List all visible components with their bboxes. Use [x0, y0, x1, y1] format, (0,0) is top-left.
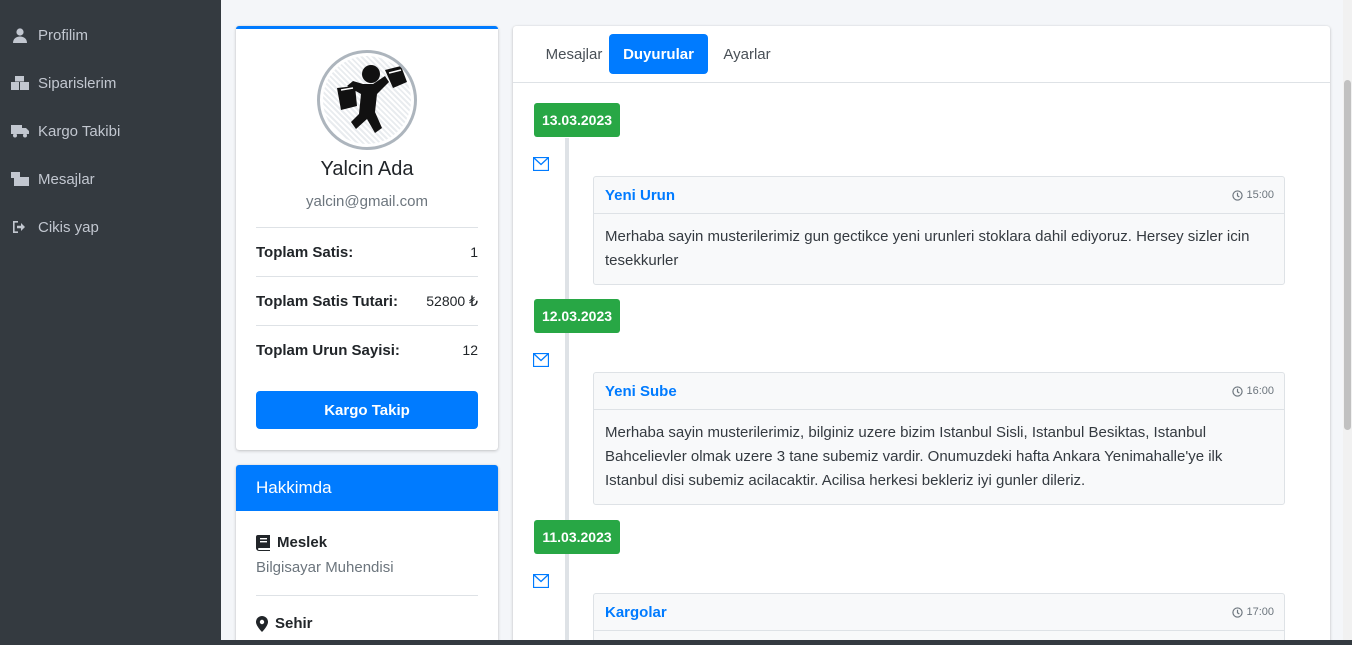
about-field-label: Sehir: [256, 615, 313, 632]
stat-value: 12: [462, 342, 478, 358]
sidebar-item-profilim[interactable]: Profilim: [0, 15, 221, 55]
timeline-item-body: Merhaba sayin musterilerimiz, bilginiz u…: [605, 424, 1223, 489]
sidebar-item-kargo-takibi[interactable]: Kargo Takibi: [0, 111, 221, 151]
scrollbar[interactable]: [1343, 0, 1352, 645]
clock-icon: [1232, 606, 1244, 618]
sidebar-item-label: Siparislerim: [38, 74, 117, 92]
envelope-icon: [533, 157, 549, 171]
tab-duyurular[interactable]: Duyurular: [609, 34, 708, 74]
stat-toplam-satis-tutari: Toplam Satis Tutari: 52800 ₺: [256, 276, 478, 325]
stat-label: Toplam Urun Sayisi:: [256, 341, 400, 359]
timeline-item-time: 15:00: [1232, 189, 1274, 201]
stat-value: 1: [470, 244, 478, 260]
timeline-date: 11.03.2023: [534, 520, 620, 554]
sidebar-item-mesajlar[interactable]: Mesajlar: [0, 159, 221, 199]
timeline-item: Kargolar 17:00: [593, 593, 1285, 645]
sidebar-item-label: Mesajlar: [38, 170, 95, 188]
scroll-thumb[interactable]: [1344, 80, 1351, 430]
sidebar-item-cikis-yap[interactable]: Cikis yap: [0, 207, 221, 247]
stat-value: 52800 ₺: [426, 292, 478, 309]
sidebar-item-label: Kargo Takibi: [38, 122, 121, 140]
profile-card: Yalcin Ada yalcin@gmail.com Toplam Satis…: [236, 26, 498, 450]
shopper-icon: [337, 65, 407, 133]
profile-name: Yalcin Ada: [320, 158, 414, 180]
tab-ayarlar[interactable]: Ayarlar: [712, 34, 782, 74]
sehir-label: Sehir: [275, 615, 313, 632]
timeline-item-time: 16:00: [1232, 385, 1274, 397]
stat-label: Toplam Satis Tutari:: [256, 292, 398, 310]
map-marker-icon: [256, 615, 268, 632]
truck-icon: [11, 123, 29, 139]
sidebar-item-label: Cikis yap: [38, 218, 99, 236]
clock-icon: [1232, 189, 1244, 201]
timeline-item: Yeni Urun 15:00 Merhaba sayin musteriler…: [593, 176, 1285, 285]
kargo-takip-button[interactable]: Kargo Takip: [256, 391, 478, 429]
avatar: [317, 50, 417, 150]
timeline-line: [565, 138, 569, 645]
meslek-value: Bilgisayar Muhendisi: [256, 559, 394, 576]
tabs-card: Mesajlar Duyurular Ayarlar 13.03.2023 Ye…: [513, 26, 1330, 645]
time-value: 16:00: [1246, 385, 1274, 397]
sidebar-item-siparislerim[interactable]: Siparislerim: [0, 63, 221, 103]
timeline-item-title[interactable]: Kargolar: [605, 604, 667, 621]
book-icon: [256, 534, 270, 551]
about-title: Hakkimda: [236, 465, 498, 511]
bottom-bar: [0, 640, 1352, 645]
divider: [256, 595, 478, 596]
timeline-item-body: Merhaba sayin musterilerimiz gun gectikc…: [605, 228, 1250, 269]
timeline-item-title[interactable]: Yeni Urun: [605, 187, 675, 204]
mail-bulk-icon: [11, 171, 29, 187]
sidebar: Profilim Siparislerim Kargo Takibi Mesaj…: [0, 0, 221, 645]
sign-out-icon: [11, 219, 29, 235]
timeline-date: 12.03.2023: [534, 299, 620, 333]
profile-email: yalcin@gmail.com: [306, 193, 428, 210]
tabs-bar: Mesajlar Duyurular Ayarlar: [513, 26, 1330, 83]
time-value: 15:00: [1246, 189, 1274, 201]
timeline-item: Yeni Sube 16:00 Merhaba sayin musteriler…: [593, 372, 1285, 505]
clock-icon: [1232, 385, 1244, 397]
envelope-icon: [533, 353, 549, 367]
envelope-icon: [533, 574, 549, 588]
user-icon: [11, 27, 29, 43]
timeline-item-title[interactable]: Yeni Sube: [605, 383, 677, 400]
stat-label: Toplam Satis:: [256, 243, 354, 261]
stat-toplam-urun-sayisi: Toplam Urun Sayisi: 12: [256, 325, 478, 374]
tab-mesajlar[interactable]: Mesajlar: [528, 34, 620, 74]
sidebar-item-label: Profilim: [38, 26, 89, 44]
stat-toplam-satis: Toplam Satis: 1: [256, 227, 478, 276]
about-card: Hakkimda Meslek Bilgisayar Muhendisi Seh…: [236, 465, 498, 645]
timeline-item-time: 17:00: [1232, 606, 1274, 618]
meslek-label: Meslek: [277, 534, 328, 551]
about-field-label: Meslek: [256, 534, 327, 551]
boxes-icon: [11, 75, 29, 91]
time-value: 17:00: [1246, 606, 1274, 618]
timeline-date: 13.03.2023: [534, 103, 620, 137]
